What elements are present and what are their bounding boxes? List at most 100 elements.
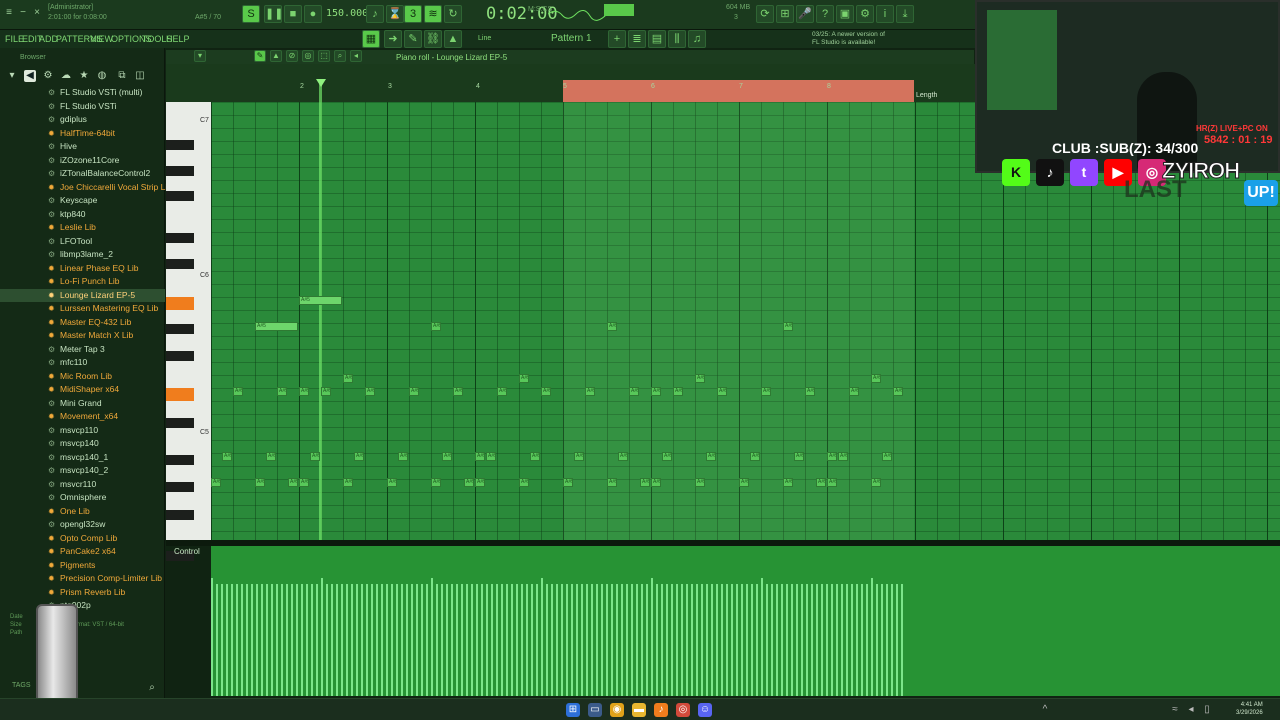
piano-keyboard[interactable] (166, 102, 211, 561)
velocity-bar[interactable] (366, 584, 368, 696)
midi-note[interactable]: A#5 (475, 478, 485, 487)
speaker-icon[interactable]: ◂ (350, 50, 362, 62)
velocity-bar[interactable] (511, 584, 513, 696)
velocity-bar[interactable] (791, 584, 793, 696)
velocity-bar[interactable] (426, 584, 428, 696)
plugin-item[interactable]: ⚙ Omnisphere (0, 491, 165, 504)
velocity-bar[interactable] (716, 584, 718, 696)
playhead-marker-icon[interactable] (316, 79, 326, 87)
star-icon[interactable]: ★ (78, 70, 90, 82)
midi-note[interactable]: A#5 (673, 387, 683, 396)
velocity-bar[interactable] (691, 584, 693, 696)
velocity-bar[interactable] (591, 584, 593, 696)
blend-icon[interactable]: ≋ (424, 5, 442, 23)
midi-note[interactable]: A#5 (354, 452, 364, 461)
velocity-bar[interactable] (861, 584, 863, 696)
play-button[interactable]: ❚❚ (264, 5, 283, 23)
midi-note[interactable]: A#5 (805, 387, 815, 396)
help-icon[interactable]: ? (816, 5, 834, 23)
velocity-bar[interactable] (496, 584, 498, 696)
plugin-item[interactable]: ⚙ LFOTool (0, 235, 165, 248)
plugin-item[interactable]: ⚙ FL Studio VSTi (0, 100, 165, 113)
cloud-icon[interactable]: ☁ (60, 70, 72, 82)
midi-note[interactable]: A#5 (706, 452, 716, 461)
taskbar-clock[interactable]: 4:41 AM 3/29/2026 (1236, 701, 1263, 717)
velocity-bar[interactable] (466, 584, 468, 696)
velocity-bar[interactable] (421, 584, 423, 696)
velocity-bar[interactable] (741, 584, 743, 696)
velocity-bar[interactable] (581, 584, 583, 696)
velocity-bar[interactable] (721, 584, 723, 696)
chrome-icon[interactable]: ◉ (610, 703, 624, 717)
velocity-bar[interactable] (376, 584, 378, 696)
pattern-selector[interactable]: Pattern 1 (551, 33, 592, 44)
midi-note[interactable]: A#5 (233, 387, 243, 396)
velocity-bar[interactable] (756, 584, 758, 696)
velocity-bar[interactable] (671, 584, 673, 696)
velocity-bar[interactable] (461, 584, 463, 696)
midi-note[interactable]: A#5 (266, 452, 276, 461)
midi-note[interactable]: A#5 (618, 452, 628, 461)
velocity-bar[interactable] (501, 584, 503, 696)
link-icon[interactable]: ⛓ (424, 30, 442, 48)
midi-note[interactable]: A#5 (629, 387, 639, 396)
velocity-bar[interactable] (346, 584, 348, 696)
velocity-bar[interactable] (441, 584, 443, 696)
midi-note[interactable]: A#5 (739, 478, 749, 487)
midi-note[interactable]: A#5 (387, 478, 397, 487)
midi-note[interactable]: A#5 (299, 296, 342, 305)
midi-note[interactable]: A#5 (695, 478, 705, 487)
velocity-bar[interactable] (386, 584, 388, 696)
plugin-item[interactable]: ✹ Lounge Lizard EP-5 (0, 288, 165, 302)
menu-icon[interactable]: ≡ (4, 8, 14, 18)
download-icon[interactable]: ⤓ (896, 5, 914, 23)
plugin-item[interactable]: ✹ Leslie Lib (0, 221, 165, 234)
velocity-bar[interactable] (666, 584, 668, 696)
velocity-bar[interactable] (646, 584, 648, 696)
velocity-bar[interactable] (326, 584, 328, 696)
velocity-bar[interactable] (786, 584, 788, 696)
velocity-bar[interactable] (886, 584, 888, 696)
velocity-bar[interactable] (851, 584, 853, 696)
velocity-bar[interactable] (681, 584, 683, 696)
midi-note[interactable]: A#5 (299, 387, 309, 396)
wait-icon[interactable]: ⌛ (386, 5, 404, 23)
velocity-bar[interactable] (351, 584, 353, 696)
midi-note[interactable]: A#5 (695, 374, 705, 383)
velocity-bar[interactable] (491, 584, 493, 696)
velocity-bar[interactable] (776, 584, 778, 696)
browser-menu-icon[interactable]: ▾ (6, 70, 18, 82)
mic-icon[interactable]: 🎤 (796, 5, 814, 23)
velocity-bar[interactable] (446, 584, 448, 696)
midi-note[interactable]: A#5 (607, 322, 617, 331)
velocity-bar[interactable] (331, 584, 333, 696)
black-key[interactable] (166, 166, 194, 176)
tempo-display[interactable]: 150.000 (326, 8, 368, 19)
velocity-bar[interactable] (396, 584, 398, 696)
back-icon[interactable]: ◀ (24, 70, 36, 82)
black-key[interactable] (166, 482, 194, 492)
plugin-item[interactable]: ⚙ opengl32sw (0, 518, 165, 531)
plugin-item[interactable]: ⚙ msvcp110 (0, 424, 165, 437)
velocity-bar[interactable] (456, 584, 458, 696)
plugin-item[interactable]: ✹ MidiShaper x64 (0, 383, 165, 396)
midi-note[interactable]: A#5 (222, 452, 232, 461)
velocity-bar[interactable] (526, 584, 528, 696)
plugin-item[interactable]: ⚙ gdiplus (0, 113, 165, 126)
save-icon[interactable]: ▣ (836, 5, 854, 23)
midi-note[interactable]: A#5 (563, 478, 573, 487)
plugin-item[interactable]: ✹ Joe Chiccarelli Vocal Strip Lib (0, 181, 172, 194)
folder-icon[interactable]: ⧉ (116, 70, 128, 82)
plugin-item[interactable]: ⚙ msvcr110 (0, 478, 165, 491)
plugin-item[interactable]: ⚙ Hive (0, 140, 165, 153)
volume-icon[interactable]: ◂ (1186, 703, 1196, 717)
midi-note[interactable]: A#5 (640, 478, 650, 487)
mixer-view-icon[interactable]: ⫼ (668, 30, 686, 48)
midi-note[interactable]: A#5 (607, 478, 617, 487)
metronome-icon[interactable]: ♪ (366, 5, 384, 23)
song-mode-button[interactable]: S (242, 5, 260, 23)
start-icon[interactable]: ⊞ (566, 703, 580, 717)
velocity-bar[interactable] (696, 584, 698, 696)
plugin-item[interactable]: ✹ One Lib (0, 505, 165, 518)
black-key[interactable] (166, 140, 194, 150)
